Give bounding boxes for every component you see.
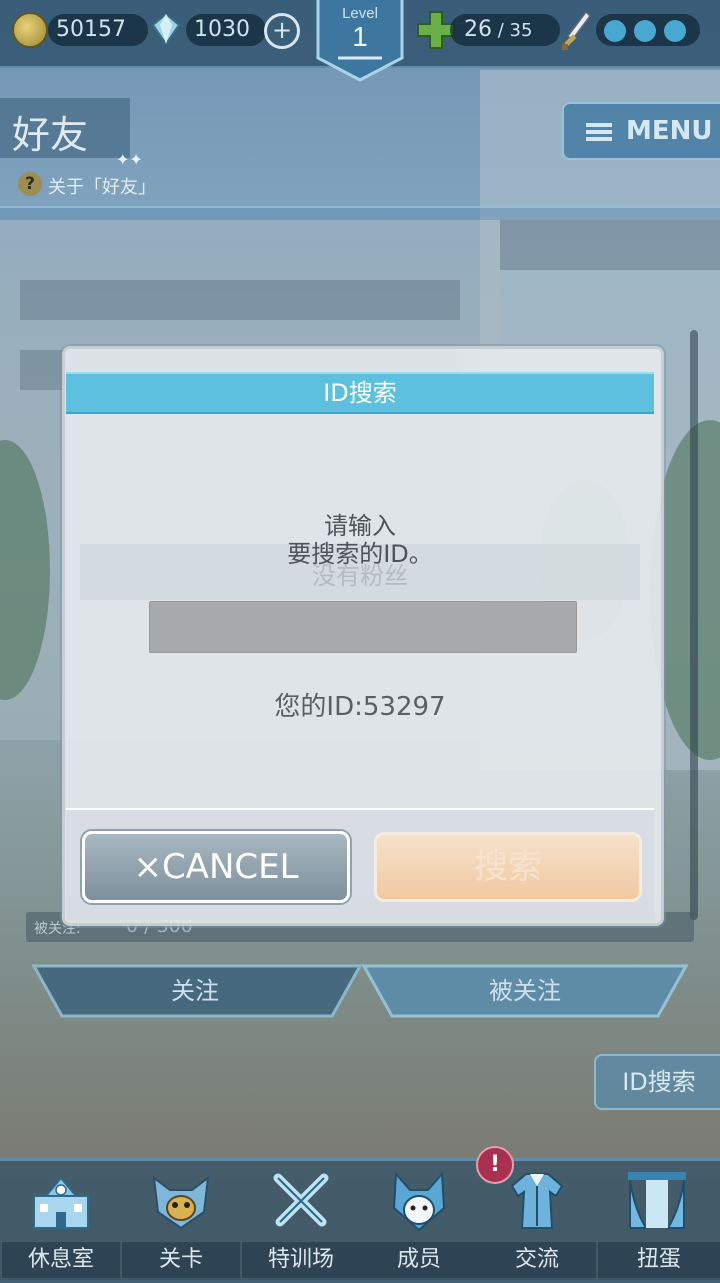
prompt-line-2: 要搜索的ID。 — [287, 540, 433, 568]
action-point-dot — [634, 20, 656, 42]
coin-counter: 50157 — [48, 14, 148, 46]
dialog-prompt: 请输入 要搜索的ID。 — [200, 512, 520, 568]
id-search-button[interactable]: ID搜索 — [594, 1054, 720, 1110]
cancel-button[interactable]: ×CANCEL — [82, 831, 350, 903]
stamina-counter: 26 / 35 — [450, 14, 560, 46]
nav-gacha[interactable]: 扭蛋 — [598, 1162, 720, 1280]
nav-label: 扭蛋 — [598, 1242, 720, 1278]
nav-lounge[interactable]: 休息室 — [2, 1162, 120, 1280]
nav-stages[interactable]: 关卡 — [122, 1162, 240, 1280]
gem-counter: 1030 — [186, 14, 266, 46]
dialog-title: ID搜索 — [66, 372, 654, 414]
stamina-current: 26 — [464, 17, 492, 42]
cat-eared-character-icon — [392, 1171, 446, 1232]
stamina-separator: / — [492, 20, 510, 41]
nav-label: 特训场 — [242, 1242, 360, 1278]
menu-label: MENU — [626, 116, 713, 146]
hamburger-icon — [586, 120, 612, 144]
level-label: Level — [342, 5, 378, 22]
school-building-icon — [33, 1176, 89, 1229]
nav-label: 成员 — [360, 1242, 478, 1278]
action-point-dot — [664, 20, 686, 42]
search-button[interactable]: 搜索 — [374, 832, 642, 902]
level-value: 1 — [352, 21, 368, 52]
tab-following[interactable]: 关注 — [60, 966, 330, 1016]
nav-label: 交流 — [478, 1242, 596, 1278]
demon-mask-icon — [152, 1175, 210, 1230]
nav-members[interactable]: 成员 — [360, 1162, 478, 1280]
nav-training[interactable]: 特训场 — [242, 1162, 360, 1280]
prompt-line-1: 请输入 — [324, 512, 396, 540]
your-id-text: 您的ID:53297 — [274, 692, 446, 722]
stamina-max: 35 — [509, 20, 533, 41]
tab-followers[interactable]: 被关注 — [390, 966, 660, 1016]
about-friends-link[interactable]: 关于「好友」 — [48, 173, 156, 199]
sparkle-icon: ✦✦ — [116, 150, 143, 169]
gem-icon — [151, 12, 181, 46]
nav-label: 关卡 — [122, 1242, 240, 1278]
menu-button[interactable]: MENU — [562, 102, 720, 160]
header-divider — [0, 206, 720, 220]
plus-circle-icon[interactable]: + — [264, 13, 300, 49]
id-search-input[interactable] — [149, 601, 577, 653]
nav-label: 休息室 — [2, 1242, 120, 1278]
coin-icon — [12, 12, 48, 48]
level-badge: Level 1 — [316, 0, 404, 82]
page-title: 好友 — [12, 113, 89, 157]
curtain-stage-icon — [628, 1172, 686, 1229]
crossed-swords-icon — [273, 1173, 329, 1227]
school-uniform-icon — [510, 1173, 564, 1229]
question-icon[interactable]: ? — [18, 172, 42, 196]
list-scrollbar[interactable] — [690, 330, 698, 920]
action-point-dot — [604, 20, 626, 42]
sword-icon — [562, 10, 591, 50]
notification-badge: ! — [476, 1146, 514, 1184]
